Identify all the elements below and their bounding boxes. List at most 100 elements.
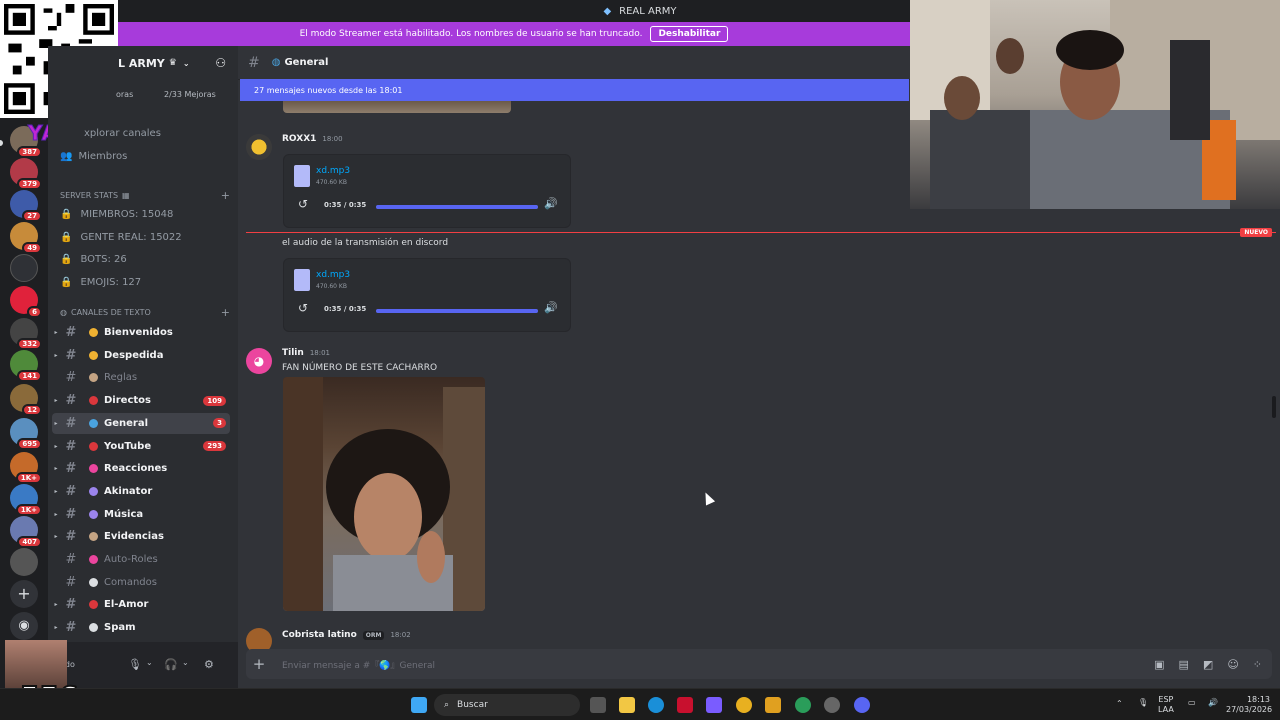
scrollbar-thumb[interactable] xyxy=(1272,396,1276,418)
hash-icon: # xyxy=(65,325,77,340)
volume-icon[interactable]: 🔊 xyxy=(544,301,558,314)
disable-streamer-button[interactable]: Deshabilitar xyxy=(650,26,729,42)
tray-chevron-up-icon[interactable]: ⌃ xyxy=(1116,699,1123,709)
server-icon[interactable]: 27 xyxy=(10,190,42,222)
stats-category-label: SERVER STATS xyxy=(60,191,119,200)
headphones-icon[interactable]: 🎧 xyxy=(164,658,178,671)
server-icon[interactable]: 407 xyxy=(10,516,42,548)
stat-label: BOTS: 26 xyxy=(80,254,127,265)
server-icon[interactable]: 12 xyxy=(10,384,42,416)
channel-name: Bienvenidos xyxy=(104,327,173,338)
replay-icon[interactable]: ↺ xyxy=(298,197,308,211)
microphone-icon[interactable]: 🎙 xyxy=(128,658,142,671)
user-avatar[interactable] xyxy=(246,134,272,160)
add-channel-icon[interactable]: + xyxy=(221,189,230,202)
replay-icon[interactable]: ↺ xyxy=(298,301,308,315)
task-view-icon[interactable] xyxy=(590,697,606,713)
add-attachment-icon[interactable]: + xyxy=(246,655,272,673)
channel-item[interactable]: ▸ # Spam xyxy=(52,617,230,638)
add-server-icon[interactable]: + xyxy=(10,580,38,608)
audio-file-size: 470.60 KB xyxy=(316,283,347,290)
chrome-profile-icon[interactable] xyxy=(795,697,811,713)
category-text-channels[interactable]: ◍ CANALES DE TEXTO + xyxy=(60,306,230,319)
nav-explore-channels[interactable]: xplorar canales xyxy=(84,128,161,139)
server-icon[interactable]: 6 xyxy=(10,286,42,318)
message-input[interactable]: Enviar mensaje a #『🌎』General xyxy=(282,658,435,671)
discord-icon[interactable] xyxy=(854,697,870,713)
clock[interactable]: 18:13 27/03/2026 xyxy=(1226,695,1272,715)
emoji-icon[interactable]: ☺ xyxy=(1227,658,1238,671)
file-explorer-icon[interactable] xyxy=(619,697,635,713)
chrome-icon[interactable] xyxy=(736,697,752,713)
author-name[interactable]: Tilin xyxy=(282,348,304,358)
apps-icon[interactable]: ⁘ xyxy=(1253,658,1262,671)
category-server-stats[interactable]: SERVER STATS ▦ + xyxy=(60,189,230,202)
sticker-icon[interactable]: ◩ xyxy=(1203,658,1213,671)
new-messages-bar[interactable]: 27 mensajes nuevos desde las 18:01 xyxy=(240,79,909,101)
microphone-tray-icon[interactable]: 🎙 xyxy=(1138,698,1148,708)
copilot-icon[interactable] xyxy=(706,697,722,713)
channel-name: Comandos xyxy=(104,576,157,588)
channel-item[interactable]: ▸ # Evidencias xyxy=(52,526,230,547)
channel-item[interactable]: ▸ # General 3 xyxy=(52,412,230,434)
server-icon[interactable]: 141 xyxy=(10,350,42,382)
server-icon[interactable]: 1K+ xyxy=(10,484,42,516)
volume-tray-icon[interactable]: 🔊 xyxy=(1208,698,1218,708)
server-icon[interactable]: 332 xyxy=(10,318,42,350)
server-icon[interactable]: 49 xyxy=(10,222,42,254)
server-icon[interactable] xyxy=(10,548,38,576)
server-icon[interactable]: 1K+ xyxy=(10,452,42,484)
obs-icon[interactable] xyxy=(824,697,840,713)
gift-icon[interactable]: ▣ xyxy=(1154,658,1164,671)
hash-icon: # xyxy=(65,461,77,477)
stat-channel[interactable]: 🔒 EMOJIS: 127 xyxy=(60,277,141,288)
invite-people-icon[interactable]: ⚇ xyxy=(215,56,226,70)
channel-item[interactable]: ▸ # Directos 109 xyxy=(52,390,230,411)
channel-item[interactable]: ▸ # Bienvenidos xyxy=(52,322,230,343)
taskbar-search[interactable]: ⌕ Buscar xyxy=(434,694,580,716)
stat-channel[interactable]: 🔒 BOTS: 26 xyxy=(60,254,127,265)
channel-item[interactable]: ▸ # Akinator xyxy=(52,481,230,502)
image-attachment[interactable] xyxy=(283,377,485,611)
edge-icon[interactable] xyxy=(648,697,664,713)
channel-item[interactable]: ▸ # Música xyxy=(52,504,230,525)
server-icon[interactable] xyxy=(10,254,38,282)
volume-icon[interactable]: 🔊 xyxy=(544,197,558,210)
store-icon[interactable] xyxy=(677,697,693,713)
previous-image-attachment[interactable] xyxy=(283,101,511,113)
channel-item[interactable]: # Auto-Roles xyxy=(52,549,230,570)
message-text: FAN NÚMERO DE ESTE CACHARRO xyxy=(282,363,438,373)
app-icon[interactable] xyxy=(765,697,781,713)
chevron-down-icon[interactable]: ⌄ xyxy=(146,658,153,667)
channel-item[interactable]: ▸ # El-Amor xyxy=(52,594,230,615)
channel-name: Evidencias xyxy=(104,531,164,543)
channel-item[interactable]: ▸ # YouTube 293 xyxy=(52,436,230,457)
channel-item[interactable]: ▸ # Reacciones xyxy=(52,458,230,479)
server-header[interactable]: L ARMY ♛ ⌄ ⚇ xyxy=(48,46,238,80)
gif-icon[interactable]: ▤ xyxy=(1179,658,1189,671)
discord-avatar-icon[interactable]: ◕ xyxy=(246,348,272,374)
author-name[interactable]: ROXX1 xyxy=(282,134,316,144)
channel-emoji-icon xyxy=(86,395,100,407)
channel-name: Auto-Roles xyxy=(104,554,158,565)
channel-item[interactable]: # Comandos xyxy=(52,572,230,593)
server-icon[interactable]: 695 xyxy=(10,418,42,450)
explore-compass-icon[interactable]: ◉ xyxy=(10,612,38,640)
audio-file-name[interactable]: xd.mp3 xyxy=(316,270,350,280)
nav-members[interactable]: 👥 Miembros xyxy=(60,151,127,162)
audio-progress-slider[interactable] xyxy=(376,205,538,209)
server-icon[interactable]: 379 xyxy=(10,158,42,190)
audio-progress-slider[interactable] xyxy=(376,309,538,313)
author-name[interactable]: Cobrista latino xyxy=(282,630,357,640)
stat-channel[interactable]: 🔒 MIEMBROS: 15048 xyxy=(60,209,173,220)
language-indicator[interactable]: ESP LAA xyxy=(1158,695,1174,715)
channel-item[interactable]: ▸ # Despedida xyxy=(52,345,230,366)
windows-start-icon[interactable] xyxy=(411,697,427,713)
audio-file-name[interactable]: xd.mp3 xyxy=(316,166,350,176)
channel-item[interactable]: # Reglas xyxy=(52,367,230,388)
settings-gear-icon[interactable]: ⚙ xyxy=(204,658,214,671)
chevron-down-icon[interactable]: ⌄ xyxy=(182,658,189,667)
add-channel-icon[interactable]: + xyxy=(221,306,230,319)
network-icon[interactable]: ▭ xyxy=(1188,698,1196,708)
stat-channel[interactable]: 🔒 GENTE REAL: 15022 xyxy=(60,232,182,243)
